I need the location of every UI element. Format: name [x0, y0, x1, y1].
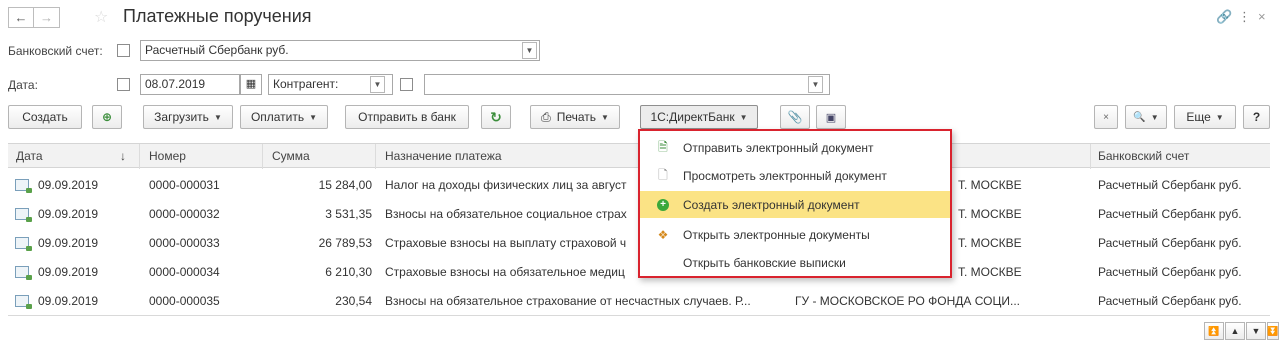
chevron-down-icon[interactable]: ▼	[522, 42, 537, 59]
chevron-down-icon: ▼	[1150, 112, 1159, 122]
chevron-down-icon: ▼	[601, 112, 609, 122]
close-icon[interactable]: ×	[1258, 9, 1266, 24]
payment-order-icon	[15, 266, 32, 280]
date-field[interactable]: 08.07.2019	[140, 74, 240, 95]
chevron-down-icon[interactable]: ▼	[808, 76, 823, 93]
printer-icon: ⎙	[541, 109, 551, 124]
print-button[interactable]: ⎙ Печать ▼	[530, 105, 620, 129]
directbank-button[interactable]: 1С:ДиректБанк ▼	[640, 105, 758, 129]
table-bottom-border	[8, 315, 1270, 316]
sort-desc-icon[interactable]: ↓	[120, 149, 126, 163]
pay-button[interactable]: Оплатить ▼	[240, 105, 328, 129]
chevron-down-icon: ▼	[213, 112, 222, 122]
scroll-last-icon[interactable]: ⏬	[1267, 322, 1279, 340]
date-label: Дата:	[8, 78, 38, 92]
arrow-right-icon: →	[40, 10, 53, 25]
directbank-menu: 🗎 Отправить электронный документ 🗋 Просм…	[638, 129, 952, 278]
search-icon: 🔍	[1133, 111, 1146, 123]
payment-order-icon	[15, 208, 32, 222]
page-title: Платежные поручения	[123, 6, 312, 26]
structure-icon[interactable]: ▣	[816, 105, 846, 129]
document-icon: 🗋	[658, 167, 668, 182]
refresh-icon[interactable]: ↻	[481, 105, 511, 129]
chevron-down-icon: ▼	[309, 112, 318, 122]
column-amount[interactable]: Сумма	[272, 149, 310, 163]
scroll-first-icon[interactable]: ⏫	[1204, 322, 1224, 340]
counterparty-type-value: Контрагент:	[273, 77, 339, 91]
arrow-left-icon: ←	[14, 10, 28, 25]
date-checkbox[interactable]	[117, 78, 130, 91]
payment-order-icon	[15, 237, 32, 251]
search-button[interactable]: 🔍 ▼	[1125, 105, 1167, 129]
table-row[interactable]: 09.09.2019 0000-000035 230,54 Взносы на …	[8, 289, 1270, 313]
paperclip-icon[interactable]: 📎	[780, 105, 810, 129]
bank-account-value: Расчетный Сбербанк руб.	[145, 43, 289, 57]
counterparty-checkbox[interactable]	[400, 78, 413, 91]
payment-order-icon	[15, 295, 32, 309]
send-to-bank-button[interactable]: Отправить в банк	[345, 105, 469, 129]
create-button[interactable]: Создать	[8, 105, 82, 129]
clear-search-icon[interactable]: ×	[1094, 105, 1118, 129]
back-button[interactable]: ←	[8, 7, 34, 28]
chevron-down-icon: ▼	[739, 112, 748, 122]
bank-account-field[interactable]: Расчетный Сбербанк руб.	[140, 40, 540, 61]
send-document-icon: 🗎	[658, 139, 668, 154]
more-vertical-icon[interactable]: ⋮	[1238, 9, 1251, 25]
chevron-down-icon[interactable]: ▼	[370, 76, 385, 93]
menu-item-send-edoc[interactable]: 🗎 Отправить электронный документ	[640, 134, 950, 161]
menu-item-create-edoc[interactable]: + Создать электронный документ	[640, 191, 950, 218]
add-circle-icon: +	[656, 198, 670, 212]
column-date[interactable]: Дата	[16, 149, 43, 163]
scroll-down-icon[interactable]: ▼	[1246, 322, 1266, 340]
calendar-icon[interactable]: ▦	[240, 74, 262, 95]
copy-document-icon[interactable]: ⊕	[92, 105, 122, 129]
chevron-down-icon: ▼	[1215, 112, 1224, 122]
bank-account-label: Банковский счет:	[8, 44, 103, 58]
favorite-star-icon[interactable]: ☆	[94, 7, 108, 27]
documents-stack-icon: ❖	[657, 228, 669, 242]
column-bank-account[interactable]: Банковский счет	[1098, 149, 1189, 163]
menu-item-view-edoc[interactable]: 🗋 Просмотреть электронный документ	[640, 162, 950, 189]
date-value: 08.07.2019	[145, 77, 206, 91]
menu-item-open-bank-statements[interactable]: Открыть банковские выписки	[640, 249, 950, 276]
column-purpose[interactable]: Назначение платежа	[385, 149, 502, 163]
more-button[interactable]: Еще ▼	[1174, 105, 1236, 129]
forward-button[interactable]: →	[34, 7, 60, 28]
link-icon[interactable]: 🔗	[1216, 9, 1232, 25]
load-button[interactable]: Загрузить ▼	[143, 105, 233, 129]
scroll-up-icon[interactable]: ▲	[1225, 322, 1245, 340]
counterparty-field[interactable]	[424, 74, 830, 95]
help-button[interactable]: ?	[1243, 105, 1270, 129]
menu-item-open-edocs[interactable]: ❖ Открыть электронные документы	[640, 221, 950, 248]
bank-account-checkbox[interactable]	[117, 44, 130, 57]
column-number[interactable]: Номер	[149, 149, 186, 163]
payment-order-icon	[15, 179, 32, 193]
